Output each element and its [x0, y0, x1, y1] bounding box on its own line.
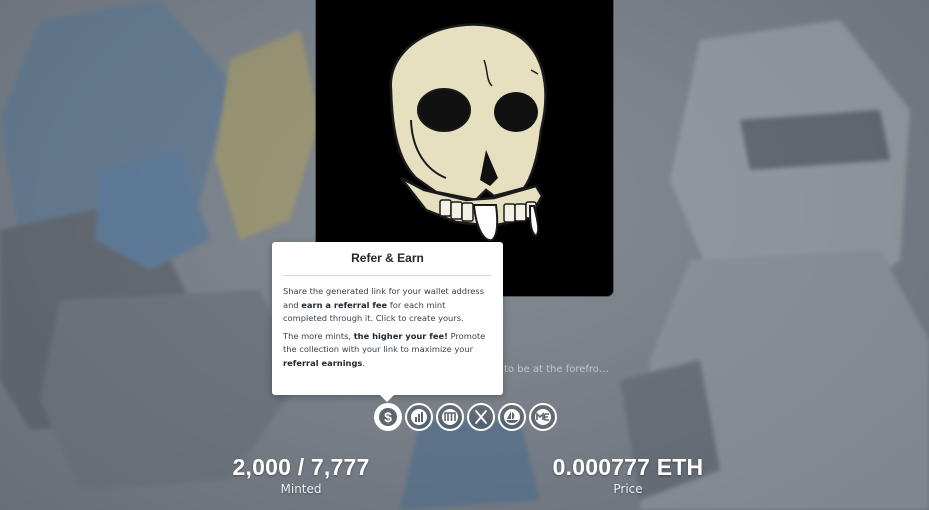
popover-paragraph-2: The more mints, the higher your fee! Pro… [283, 330, 486, 368]
dollar-icon: $ [379, 408, 397, 426]
x-icon [475, 410, 487, 424]
opensea-icon [504, 409, 520, 425]
action-icons-row: $ [374, 403, 557, 431]
popover-title: Refer & Earn [283, 242, 492, 276]
minted-stat: 2,000 / 7,777 Minted [215, 454, 387, 497]
opensea-link-button[interactable] [498, 403, 526, 431]
price-value: 0.000777 ETH [552, 454, 704, 480]
description-fragment: to be at the forefro… [504, 364, 609, 375]
minted-label: Minted [280, 482, 322, 496]
chart-icon [411, 409, 427, 425]
magic-eden-m-icon [442, 409, 458, 425]
refer-earn-button[interactable]: $ [374, 403, 402, 431]
minted-count: 2,000 / 7,777 [232, 454, 370, 480]
price-stat: 0.000777 ETH Price [535, 454, 721, 497]
svg-text:$: $ [384, 409, 392, 425]
magic-eden-link-button[interactable] [436, 403, 464, 431]
popover-body: Share the generated link for your wallet… [283, 285, 492, 370]
popover-paragraph-1: Share the generated link for your wallet… [283, 286, 485, 323]
refer-earn-popover: Refer & Earn Share the generated link fo… [272, 242, 503, 402]
chart-link-button[interactable] [405, 403, 433, 431]
me-icon [535, 409, 551, 425]
me-link-button[interactable] [529, 403, 557, 431]
x-link-button[interactable] [467, 403, 495, 431]
price-label: Price [613, 482, 643, 496]
